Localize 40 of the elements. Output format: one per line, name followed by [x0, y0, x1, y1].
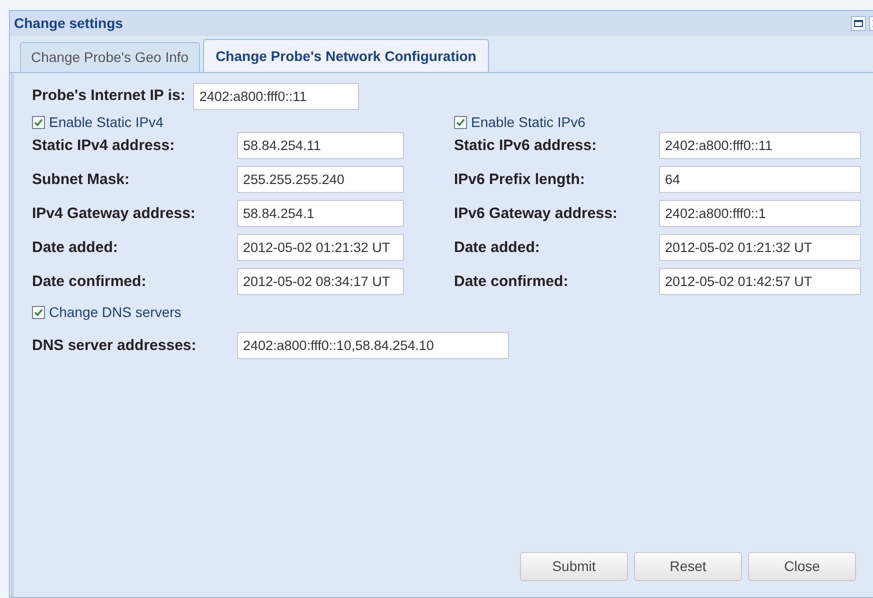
- input-field[interactable]: 64: [659, 166, 861, 193]
- field-label: Static IPv4 address:: [32, 136, 176, 155]
- input-field[interactable]: 2012-05-02 08:34:17 UT: [237, 268, 404, 295]
- field-label: IPv4 Gateway address:: [32, 204, 196, 223]
- field-label: Subnet Mask:: [32, 170, 131, 189]
- checkmark-icon: [34, 118, 43, 126]
- field-label: Date added:: [454, 238, 541, 257]
- field-label: Static IPv6 address:: [454, 136, 598, 155]
- input-field[interactable]: 2402:a800:fff0::11: [193, 83, 360, 110]
- input-field[interactable]: 2012-05-02 01:21:32 UT: [659, 234, 861, 261]
- input-field[interactable]: 2012-05-02 01:21:32 UT: [237, 234, 404, 261]
- input-field[interactable]: 2402:a800:fff0::1: [659, 200, 861, 227]
- field-label: IPv6 Gateway address:: [454, 204, 618, 223]
- checkbox-label: Enable Static IPv6: [471, 112, 586, 132]
- input-field[interactable]: 2012-05-02 01:42:57 UT: [659, 268, 861, 295]
- field-label: IPv6 Prefix length:: [454, 170, 586, 189]
- input-field[interactable]: 58.84.254.11: [237, 132, 404, 159]
- checkmark-icon: [456, 118, 465, 126]
- tab[interactable]: Change Probe's Network Configuration: [202, 39, 490, 72]
- checkbox[interactable]: [32, 116, 45, 128]
- input-field[interactable]: 255.255.255.240: [237, 166, 404, 193]
- field-label: Date confirmed:: [32, 272, 148, 291]
- checkbox-label: Change DNS servers: [49, 302, 182, 322]
- input-field[interactable]: 2402:a800:fff0::10,58.84.254.10: [237, 332, 509, 359]
- dialog-button[interactable]: Close: [748, 552, 856, 581]
- maximize-icon[interactable]: [851, 16, 866, 31]
- checkbox[interactable]: [454, 116, 467, 128]
- dialog-button[interactable]: Submit: [520, 552, 628, 581]
- field-label: Probe's Internet IP is:: [32, 86, 186, 106]
- field-label: DNS server addresses:: [32, 336, 198, 355]
- window-title: Change settings: [14, 14, 123, 33]
- checkmark-icon: [34, 308, 43, 316]
- input-field[interactable]: 58.84.254.1: [237, 200, 404, 227]
- field-label: Date confirmed:: [454, 272, 570, 291]
- tab[interactable]: Change Probe's Geo Info: [20, 42, 200, 72]
- dialog-button[interactable]: Reset: [634, 552, 742, 581]
- field-label: Date added:: [32, 238, 119, 257]
- input-field[interactable]: 2402:a800:fff0::11: [659, 132, 861, 159]
- checkbox-label: Enable Static IPv4: [49, 112, 164, 132]
- checkbox[interactable]: [32, 306, 45, 318]
